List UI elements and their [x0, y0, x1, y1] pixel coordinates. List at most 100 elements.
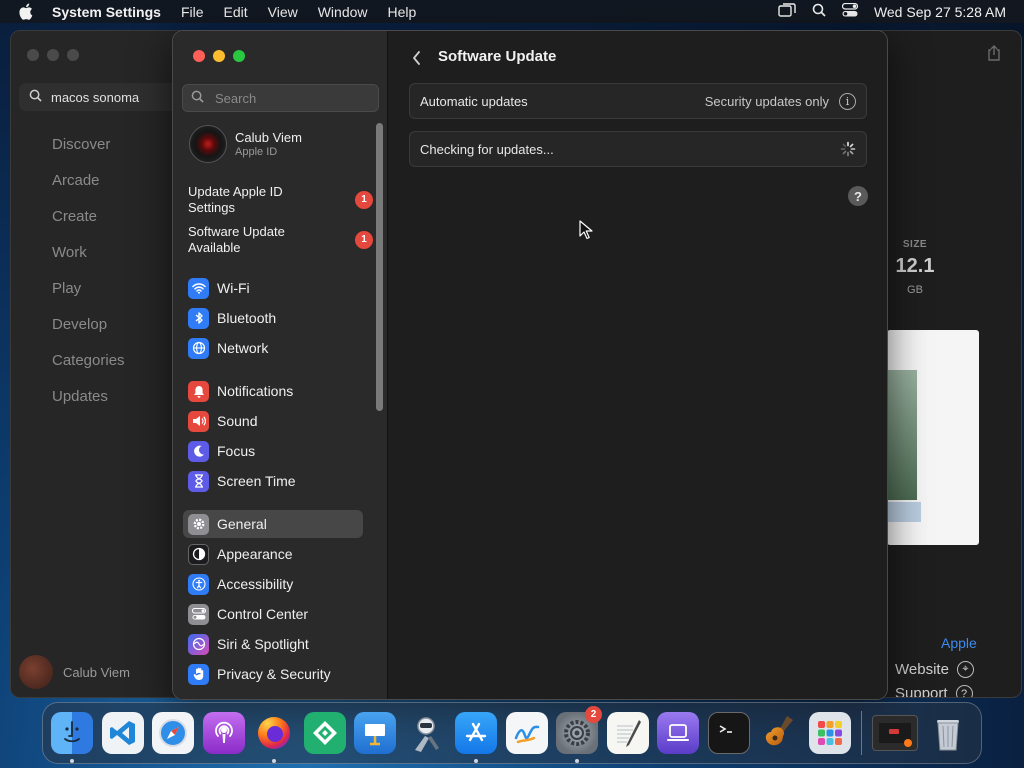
notice-label: Update Apple ID Settings	[188, 184, 283, 215]
menu-help[interactable]: Help	[388, 4, 417, 20]
website-link[interactable]: Website ⌖	[895, 661, 974, 678]
sidebar-item-siri-spotlight[interactable]: Siri & Spotlight	[183, 630, 363, 658]
control-center-menu-icon[interactable]	[841, 2, 859, 20]
notification-badge: 1	[355, 231, 373, 249]
software-update-pane: Software Update Automatic updates Securi…	[389, 31, 887, 699]
notification-badge: 1	[355, 191, 373, 209]
close-button[interactable]	[193, 50, 205, 62]
notice-software-update[interactable]: Software Update Available 1	[188, 224, 373, 256]
help-button[interactable]: ?	[848, 186, 868, 206]
menu-window[interactable]: Window	[318, 4, 368, 20]
running-indicator	[575, 759, 579, 763]
window-preview-icon[interactable]	[872, 715, 918, 751]
automator-icon[interactable]	[405, 712, 447, 754]
menu-app-name[interactable]: System Settings	[52, 4, 161, 20]
sidebar-item-focus[interactable]: Focus	[183, 437, 363, 465]
app-store-nav-develop[interactable]: Develop	[52, 316, 107, 333]
menu-view[interactable]: View	[268, 4, 298, 20]
podcast-studio-icon[interactable]	[657, 712, 699, 754]
sidebar-item-general[interactable]: General	[183, 510, 363, 538]
menu-clock[interactable]: Wed Sep 27 5:28 AM	[874, 4, 1006, 20]
podcasts-icon[interactable]	[202, 712, 245, 754]
back-button[interactable]	[409, 48, 425, 68]
question-icon: ?	[955, 685, 973, 697]
spotlight-search-icon[interactable]	[812, 3, 826, 20]
apple-id-profile[interactable]: Calub Viem Apple ID	[189, 125, 302, 163]
running-indicator	[474, 759, 478, 763]
support-link-label: Support	[895, 685, 948, 698]
sidebar-item-label: Focus	[217, 443, 256, 459]
app-store-icon[interactable]	[455, 712, 497, 763]
sidebar-item-sound[interactable]: Sound	[183, 407, 363, 435]
avatar	[189, 125, 227, 163]
automatic-updates-label: Automatic updates	[420, 93, 528, 109]
app-store-nav-updates[interactable]: Updates	[52, 388, 108, 405]
settings-search-input[interactable]: Search	[182, 84, 379, 112]
app-store-zoom-button[interactable]	[67, 49, 79, 61]
app-store-nav-arcade[interactable]: Arcade	[52, 172, 100, 189]
sidebar-item-accessibility[interactable]: Accessibility	[183, 570, 363, 598]
menu-edit[interactable]: Edit	[224, 4, 248, 20]
minimize-button[interactable]	[213, 50, 225, 62]
trash-icon[interactable]	[927, 712, 969, 754]
app-store-search-input[interactable]: macos sonoma	[19, 83, 179, 111]
sidebar-scrollbar[interactable]	[376, 123, 383, 411]
app-screenshot-preview[interactable]	[887, 330, 979, 545]
sidebar-item-notifications[interactable]: Notifications	[183, 377, 363, 405]
app-store-sidebar: macos sonoma Discover Arcade Create Work…	[11, 31, 179, 697]
sidebar-item-bluetooth[interactable]: Bluetooth	[183, 304, 363, 332]
safari-icon[interactable]	[152, 712, 194, 754]
app-store-minimize-button[interactable]	[47, 49, 59, 61]
freeform-icon[interactable]	[505, 712, 548, 754]
share-icon[interactable]	[987, 45, 1003, 66]
sidebar-item-privacy-security[interactable]: Privacy & Security	[183, 660, 363, 688]
app-store-nav-categories[interactable]: Categories	[52, 352, 125, 369]
speaker-icon	[188, 410, 209, 432]
info-icon[interactable]: i	[839, 92, 856, 110]
sidebar-item-network[interactable]: Network	[183, 334, 363, 362]
sidebar-item-label: Siri & Spotlight	[217, 636, 309, 652]
menu-bar: System Settings File Edit View Window He…	[0, 0, 1024, 23]
garageband-icon[interactable]	[758, 712, 800, 754]
firefox-icon[interactable]	[253, 712, 295, 763]
terminal-icon[interactable]	[707, 712, 750, 754]
screenshot-bar	[887, 502, 921, 522]
keynote-icon[interactable]	[354, 712, 396, 754]
sidebar-item-wifi[interactable]: Wi-Fi	[183, 274, 363, 302]
sidebar-item-control-center[interactable]: Control Center	[183, 600, 363, 628]
app-store-user-name: Calub Viem	[63, 664, 130, 680]
menu-file[interactable]: File	[181, 4, 204, 20]
vscode-icon[interactable]	[101, 712, 144, 754]
app-store-nav-work[interactable]: Work	[52, 244, 87, 261]
compass-icon: ⌖	[956, 661, 974, 678]
accessibility-icon	[188, 573, 209, 595]
office-icon[interactable]	[303, 712, 346, 754]
search-icon	[191, 90, 205, 106]
finder-icon[interactable]	[51, 712, 93, 763]
app-store-nav-create[interactable]: Create	[52, 208, 97, 225]
zoom-button[interactable]	[233, 50, 245, 62]
sidebar-item-appearance[interactable]: Appearance	[183, 540, 363, 568]
app-store-nav-play[interactable]: Play	[52, 280, 81, 297]
sidebar-item-label: Appearance	[217, 546, 293, 562]
apple-menu-icon[interactable]	[18, 3, 38, 20]
system-settings-window: Search Calub Viem Apple ID Update Apple …	[172, 30, 888, 700]
dock-separator	[861, 711, 862, 755]
app-store-nav-discover[interactable]: Discover	[52, 136, 110, 153]
textedit-icon[interactable]	[606, 712, 649, 754]
app-store-account[interactable]: Calub Viem	[19, 655, 130, 689]
checking-updates-label: Checking for updates...	[420, 141, 554, 157]
size-unit: GB	[907, 284, 923, 296]
support-link[interactable]: Support ?	[895, 685, 973, 698]
system-settings-icon[interactable]: 2	[556, 706, 602, 763]
launchpad-icon[interactable]	[808, 712, 851, 754]
settings-sidebar: Search Calub Viem Apple ID Update Apple …	[173, 31, 388, 699]
developer-link[interactable]: Apple	[941, 635, 977, 651]
notice-update-apple-id[interactable]: Update Apple ID Settings 1	[188, 184, 373, 216]
app-store-close-button[interactable]	[27, 49, 39, 61]
gear-icon	[188, 513, 209, 535]
sidebar-item-label: Network	[217, 340, 269, 356]
automatic-updates-row[interactable]: Automatic updates Security updates only …	[409, 83, 867, 119]
sidebar-item-screen-time[interactable]: Screen Time	[183, 467, 363, 495]
screen-mirroring-icon[interactable]	[778, 3, 796, 20]
